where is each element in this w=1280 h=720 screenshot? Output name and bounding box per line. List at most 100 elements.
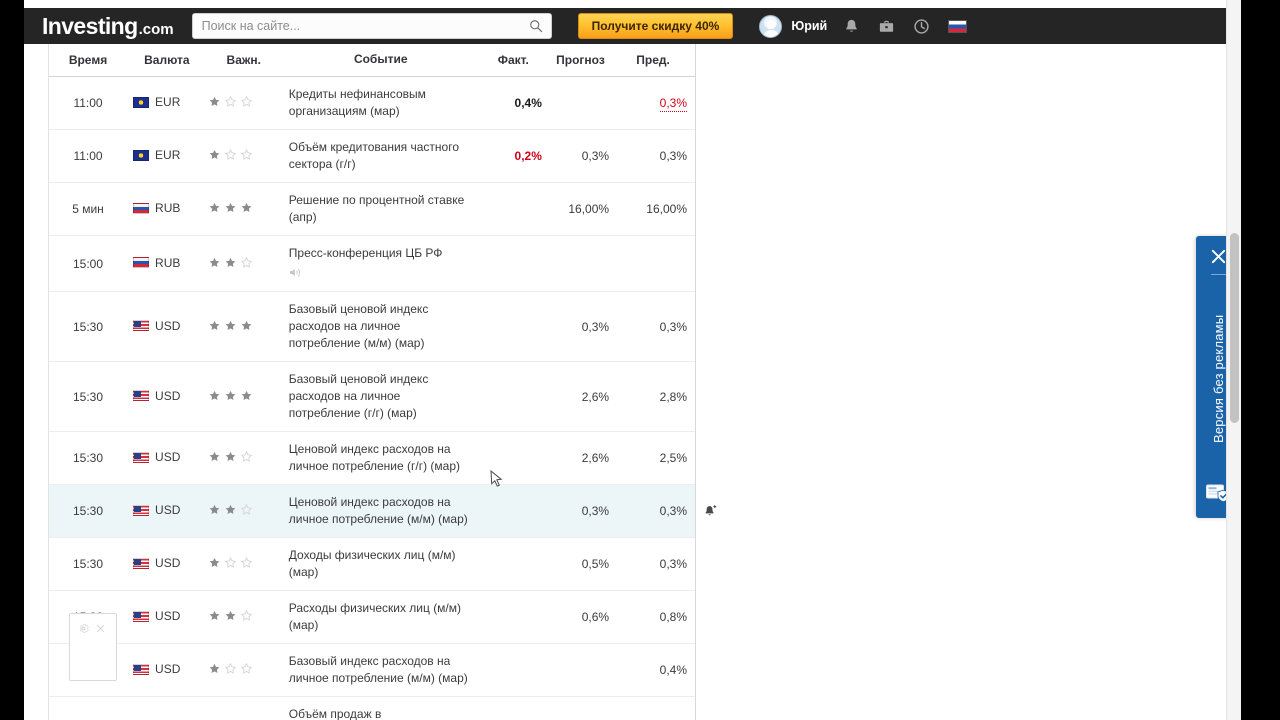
- event-name[interactable]: Базовый индекс расходов на личное потреб…: [289, 654, 468, 685]
- column-header-actual[interactable]: Факт.: [484, 44, 552, 77]
- cell-importance[interactable]: [200, 643, 279, 697]
- cell-currency[interactable]: RUB: [127, 182, 201, 236]
- table-row[interactable]: 5 мин RUB Решение по процентной ставке (ап…: [49, 182, 695, 236]
- cell-currency[interactable]: USD: [127, 537, 201, 591]
- username-label: Юрий: [791, 19, 828, 33]
- table-row[interactable]: 15:30 USD Ценовой индекс расходов на лично…: [49, 431, 695, 485]
- avatar[interactable]: [759, 14, 783, 38]
- column-header-event[interactable]: Событие: [278, 44, 485, 77]
- previous-value[interactable]: 0,3%: [659, 96, 687, 112]
- importance-stars[interactable]: [209, 557, 252, 568]
- cell-event[interactable]: Базовый ценовой индекс расходов на лично…: [278, 291, 485, 362]
- table-row[interactable]: 11:00 EUR Кредиты нефинансовым организация…: [49, 76, 695, 130]
- importance-stars[interactable]: [209, 610, 252, 621]
- importance-stars[interactable]: [209, 256, 252, 268]
- cell-importance[interactable]: [200, 235, 279, 292]
- cell-event[interactable]: Доходы физических лиц (м/м) (мар): [278, 537, 485, 591]
- table-row[interactable]: 11:00 EUR Объём кредитования частного сект…: [49, 129, 695, 183]
- page-scrollbar[interactable]: [1226, 0, 1241, 720]
- event-name[interactable]: Кредиты нефинансовым организациям (мар): [289, 87, 426, 118]
- cell-currency[interactable]: RUB: [127, 235, 201, 292]
- event-name[interactable]: Объём продаж в производственном секторе …: [289, 707, 471, 720]
- table-row[interactable]: CAD Объём продаж в производственном секто…: [49, 696, 695, 720]
- close-icon[interactable]: [95, 623, 106, 634]
- cell-importance[interactable]: [200, 361, 279, 432]
- clock-icon[interactable]: [913, 18, 930, 35]
- cell-currency[interactable]: EUR: [127, 129, 201, 183]
- cell-event[interactable]: Базовый ценовой индекс расходов на лично…: [278, 361, 485, 432]
- cell-currency[interactable]: USD: [127, 484, 201, 538]
- cell-importance[interactable]: [200, 696, 279, 720]
- event-name[interactable]: Базовый ценовой индекс расходов на лично…: [289, 372, 429, 420]
- cell-event[interactable]: Объём продаж в производственном секторе …: [278, 696, 485, 720]
- event-name[interactable]: Расходы физических лиц (м/м) (мар): [289, 601, 461, 632]
- column-header-time[interactable]: Время: [49, 44, 128, 77]
- cell-event[interactable]: Базовый индекс расходов на личное потреб…: [278, 643, 485, 697]
- cell-importance[interactable]: [200, 484, 279, 538]
- cell-event[interactable]: Кредиты нефинансовым организациям (мар): [278, 76, 485, 130]
- cell-event[interactable]: Решение по процентной ставке (апр): [278, 182, 485, 236]
- user-block[interactable]: Юрий: [759, 14, 828, 38]
- importance-stars[interactable]: [209, 202, 252, 213]
- cell-currency[interactable]: USD: [127, 431, 201, 485]
- site-logo[interactable]: Investing .com: [42, 13, 174, 40]
- close-icon[interactable]: [1210, 248, 1227, 265]
- column-header-importance[interactable]: Важн.: [200, 44, 279, 77]
- cell-importance[interactable]: [200, 129, 279, 183]
- search-icon[interactable]: [529, 19, 543, 33]
- importance-stars[interactable]: [209, 451, 252, 462]
- importance-stars[interactable]: [209, 96, 252, 107]
- table-row[interactable]: 15:30 USD Базовый ценовой индекс расходов …: [49, 361, 695, 432]
- importance-stars[interactable]: [209, 390, 252, 401]
- cell-currency[interactable]: USD: [127, 590, 201, 644]
- scrollbar-thumb[interactable]: [1230, 233, 1239, 423]
- promo-discount-button[interactable]: Получите скидку 40%: [577, 13, 734, 39]
- flag-ru-icon[interactable]: [948, 19, 968, 33]
- currency-code: USD: [155, 609, 181, 624]
- cell-importance[interactable]: [200, 291, 279, 362]
- cell-currency[interactable]: CAD: [127, 696, 201, 720]
- importance-stars[interactable]: [209, 320, 252, 331]
- cell-importance[interactable]: [200, 431, 279, 485]
- event-name[interactable]: Пресс-конференция ЦБ РФ: [289, 246, 443, 260]
- gear-icon[interactable]: [78, 623, 89, 634]
- cell-currency[interactable]: USD: [127, 643, 201, 697]
- column-header-previous[interactable]: Пред.: [619, 44, 695, 77]
- importance-stars[interactable]: [209, 504, 252, 515]
- cell-event[interactable]: Ценовой индекс расходов на личное потреб…: [278, 484, 485, 538]
- cell-currency[interactable]: USD: [127, 361, 201, 432]
- cell-event[interactable]: Ценовой индекс расходов на личное потреб…: [278, 431, 485, 485]
- search-input[interactable]: Поиск на сайте...: [191, 13, 552, 39]
- column-header-forecast[interactable]: Прогноз: [551, 44, 620, 77]
- cell-importance[interactable]: [200, 537, 279, 591]
- event-name[interactable]: Базовый ценовой индекс расходов на лично…: [289, 302, 429, 350]
- cell-event[interactable]: Пресс-конференция ЦБ РФ: [278, 235, 485, 292]
- table-row[interactable]: 15:00 RUB Пресс-конференция ЦБ РФ: [49, 235, 695, 292]
- cell-importance[interactable]: [200, 76, 279, 130]
- cell-currency[interactable]: EUR: [127, 76, 201, 130]
- cell-importance[interactable]: [200, 590, 279, 644]
- table-row[interactable]: 15:30USDРасходы физических лиц (м/м) (ма…: [49, 590, 695, 644]
- cell-importance[interactable]: [200, 182, 279, 236]
- cell-event[interactable]: Расходы физических лиц (м/м) (мар): [278, 590, 485, 644]
- add-alert-icon[interactable]: [704, 504, 717, 518]
- previous-value: 2,8%: [659, 389, 687, 404]
- cell-currency[interactable]: USD: [127, 291, 201, 362]
- event-name[interactable]: Решение по процентной ставке (апр): [289, 193, 464, 224]
- table-row[interactable]: 15:30 USD Базовый ценовой индекс расходов …: [49, 291, 695, 362]
- event-name[interactable]: Ценовой индекс расходов на личное потреб…: [289, 442, 460, 473]
- table-row[interactable]: 15:30 USD Ценовой индекс расходов на лично…: [49, 484, 717, 538]
- event-name[interactable]: Доходы физических лиц (м/м) (мар): [289, 548, 456, 579]
- event-name[interactable]: Ценовой индекс расходов на личное потреб…: [289, 495, 468, 526]
- bell-icon[interactable]: [843, 18, 860, 35]
- briefcase-icon[interactable]: [878, 18, 895, 35]
- cell-event[interactable]: Объём кредитования частного сектора (г/г…: [278, 129, 485, 183]
- event-name[interactable]: Объём кредитования частного сектора (г/г…: [289, 140, 459, 171]
- flag-usd-icon: [133, 663, 150, 675]
- importance-stars[interactable]: [209, 663, 252, 674]
- speech-icon[interactable]: [289, 265, 473, 282]
- table-row[interactable]: 15:30USDБазовый индекс расходов на лично…: [49, 643, 695, 697]
- table-row[interactable]: 15:30 USD Доходы физических лиц (м/м) (мар…: [49, 537, 695, 591]
- column-header-currency[interactable]: Валюта: [127, 44, 201, 77]
- importance-stars[interactable]: [209, 149, 252, 160]
